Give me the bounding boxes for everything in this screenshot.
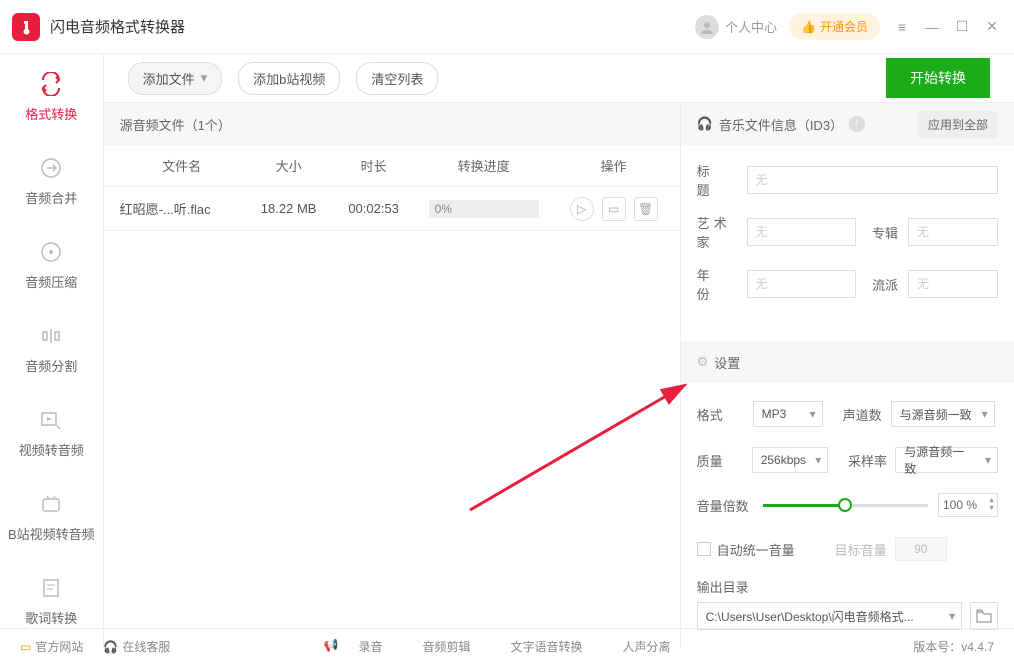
label-channels: 声道数 <box>843 405 891 424</box>
sidebar-item-label: 音频分割 <box>25 356 77 375</box>
auto-normalize-checkbox[interactable] <box>697 542 711 556</box>
footer-link-record[interactable]: 录音 <box>358 638 382 655</box>
vip-label: 开通会员 <box>820 18 868 35</box>
user-center-link[interactable]: 个人中心 <box>695 15 777 39</box>
table-header: 文件名 大小 时长 转换进度 操作 <box>104 145 680 187</box>
label-target-vol: 目标音量 <box>835 540 887 559</box>
table-row[interactable]: 红昭愿-...听.flac 18.22 MB 00:02:53 0% ▷ ▭ 🗑 <box>104 187 680 231</box>
support-link[interactable]: 🎧 在线客服 <box>103 638 170 655</box>
col-size: 大小 <box>244 156 334 175</box>
col-duration: 时长 <box>334 156 414 175</box>
play-icon[interactable]: ▷ <box>570 197 594 221</box>
label-quality: 质量 <box>697 451 752 470</box>
format-dropdown[interactable]: MP3 <box>753 401 823 427</box>
info-icon[interactable]: ! <box>849 116 865 132</box>
cell-filename: 红昭愿-...听.flac <box>104 199 244 218</box>
megaphone-icon: 📢 <box>323 638 338 655</box>
browse-folder-button[interactable] <box>970 602 998 630</box>
footer-link-tts[interactable]: 文字语音转换 <box>510 638 582 655</box>
split-icon <box>37 322 65 350</box>
sidebar-item-video-to-audio[interactable]: 视频转音频 <box>0 390 103 474</box>
version-label: 版本号：v4.4.7 <box>913 638 994 655</box>
delete-icon[interactable]: 🗑 <box>634 197 658 221</box>
folder-icon[interactable]: ▭ <box>602 197 626 221</box>
artist-field[interactable] <box>747 218 856 246</box>
volume-slider[interactable] <box>763 504 928 507</box>
title-field[interactable] <box>747 166 998 194</box>
label-volume: 音量倍数 <box>697 496 753 515</box>
label-genre: 流派 <box>872 275 908 294</box>
target-volume-field <box>895 537 947 561</box>
user-center-label: 个人中心 <box>725 17 777 36</box>
sample-dropdown[interactable]: 与源音频一致 <box>895 447 998 473</box>
apply-all-button[interactable]: 应用到全部 <box>918 111 998 138</box>
sidebar-item-split[interactable]: 音频分割 <box>0 306 103 390</box>
settings-header: 设置 <box>714 353 740 372</box>
vip-button[interactable]: 👍 开通会员 <box>789 13 880 40</box>
label-format: 格式 <box>697 405 753 424</box>
avatar-icon <box>695 15 719 39</box>
sidebar-item-label: 音频合并 <box>25 188 77 207</box>
label-artist: 艺术家 <box>697 213 747 251</box>
year-field[interactable] <box>747 270 856 298</box>
footer-link-trim[interactable]: 音频剪辑 <box>422 638 470 655</box>
video-audio-icon <box>37 406 65 434</box>
sidebar-item-label: B站视频转音频 <box>8 524 95 543</box>
minimize-icon[interactable]: — <box>922 17 942 37</box>
merge-icon <box>37 154 65 182</box>
label-year: 年 份 <box>697 265 747 303</box>
col-name: 文件名 <box>104 156 244 175</box>
label-album: 专辑 <box>872 223 908 242</box>
sidebar-item-label: 歌词转换 <box>25 608 77 627</box>
thumbs-up-icon: 👍 <box>801 20 816 34</box>
add-file-button[interactable]: 添加文件▾ <box>128 62 223 95</box>
chevron-down-icon: ▾ <box>201 70 208 86</box>
sidebar-item-bilibili[interactable]: B站视频转音频 <box>0 474 103 558</box>
sidebar-item-label: 格式转换 <box>25 104 77 123</box>
volume-spinbox[interactable]: 100 % ▲▼ <box>938 493 998 517</box>
col-progress: 转换进度 <box>414 156 554 175</box>
close-icon[interactable]: ✕ <box>982 17 1002 37</box>
genre-field[interactable] <box>908 270 998 298</box>
gear-icon: ⚙ <box>697 354 709 370</box>
bilibili-icon <box>37 490 65 518</box>
sidebar: 格式转换 音频合并 音频压缩 音频分割 视频转音频 B站视频转音频 歌词转换 <box>0 54 104 648</box>
sidebar-item-format-convert[interactable]: 格式转换 <box>0 54 103 138</box>
headphone-icon: 🎧 <box>697 116 713 132</box>
cell-size: 18.22 MB <box>244 201 334 216</box>
clear-list-button[interactable]: 清空列表 <box>356 62 438 95</box>
lyrics-icon <box>37 574 65 602</box>
sidebar-item-label: 视频转音频 <box>19 440 84 459</box>
label-title: 标 题 <box>697 161 747 199</box>
sidebar-item-label: 音频压缩 <box>25 272 77 291</box>
label-sample: 采样率 <box>848 451 895 470</box>
headset-icon: 🎧 <box>103 640 118 654</box>
official-site-link[interactable]: ▭ 官方网站 <box>20 638 83 655</box>
id3-header: 音乐文件信息（ID3） <box>719 115 843 134</box>
app-logo <box>12 13 40 41</box>
compress-icon <box>37 238 65 266</box>
label-output-dir: 输出目录 <box>697 577 998 596</box>
progress-bar: 0% <box>429 200 539 218</box>
add-bilibili-button[interactable]: 添加b站视频 <box>238 62 340 95</box>
quality-dropdown[interactable]: 256kbps <box>752 447 829 473</box>
monitor-icon: ▭ <box>20 640 31 654</box>
menu-icon[interactable]: ≡ <box>892 17 912 37</box>
convert-icon <box>37 70 65 98</box>
file-panel-header: 源音频文件（1个） <box>104 103 680 145</box>
maximize-icon[interactable]: ☐ <box>952 17 972 37</box>
cell-duration: 00:02:53 <box>334 201 414 216</box>
sidebar-item-merge[interactable]: 音频合并 <box>0 138 103 222</box>
output-path-dropdown[interactable]: C:\Users\User\Desktop\闪电音频格式... <box>697 602 962 630</box>
start-convert-button[interactable]: 开始转换 <box>886 58 990 98</box>
channels-dropdown[interactable]: 与源音频一致 <box>891 401 995 427</box>
label-auto-norm: 自动统一音量 <box>717 540 795 559</box>
app-title: 闪电音频格式转换器 <box>50 16 695 37</box>
album-field[interactable] <box>908 218 998 246</box>
sidebar-item-compress[interactable]: 音频压缩 <box>0 222 103 306</box>
footer-link-vocal[interactable]: 人声分离 <box>622 638 670 655</box>
col-ops: 操作 <box>554 156 674 175</box>
